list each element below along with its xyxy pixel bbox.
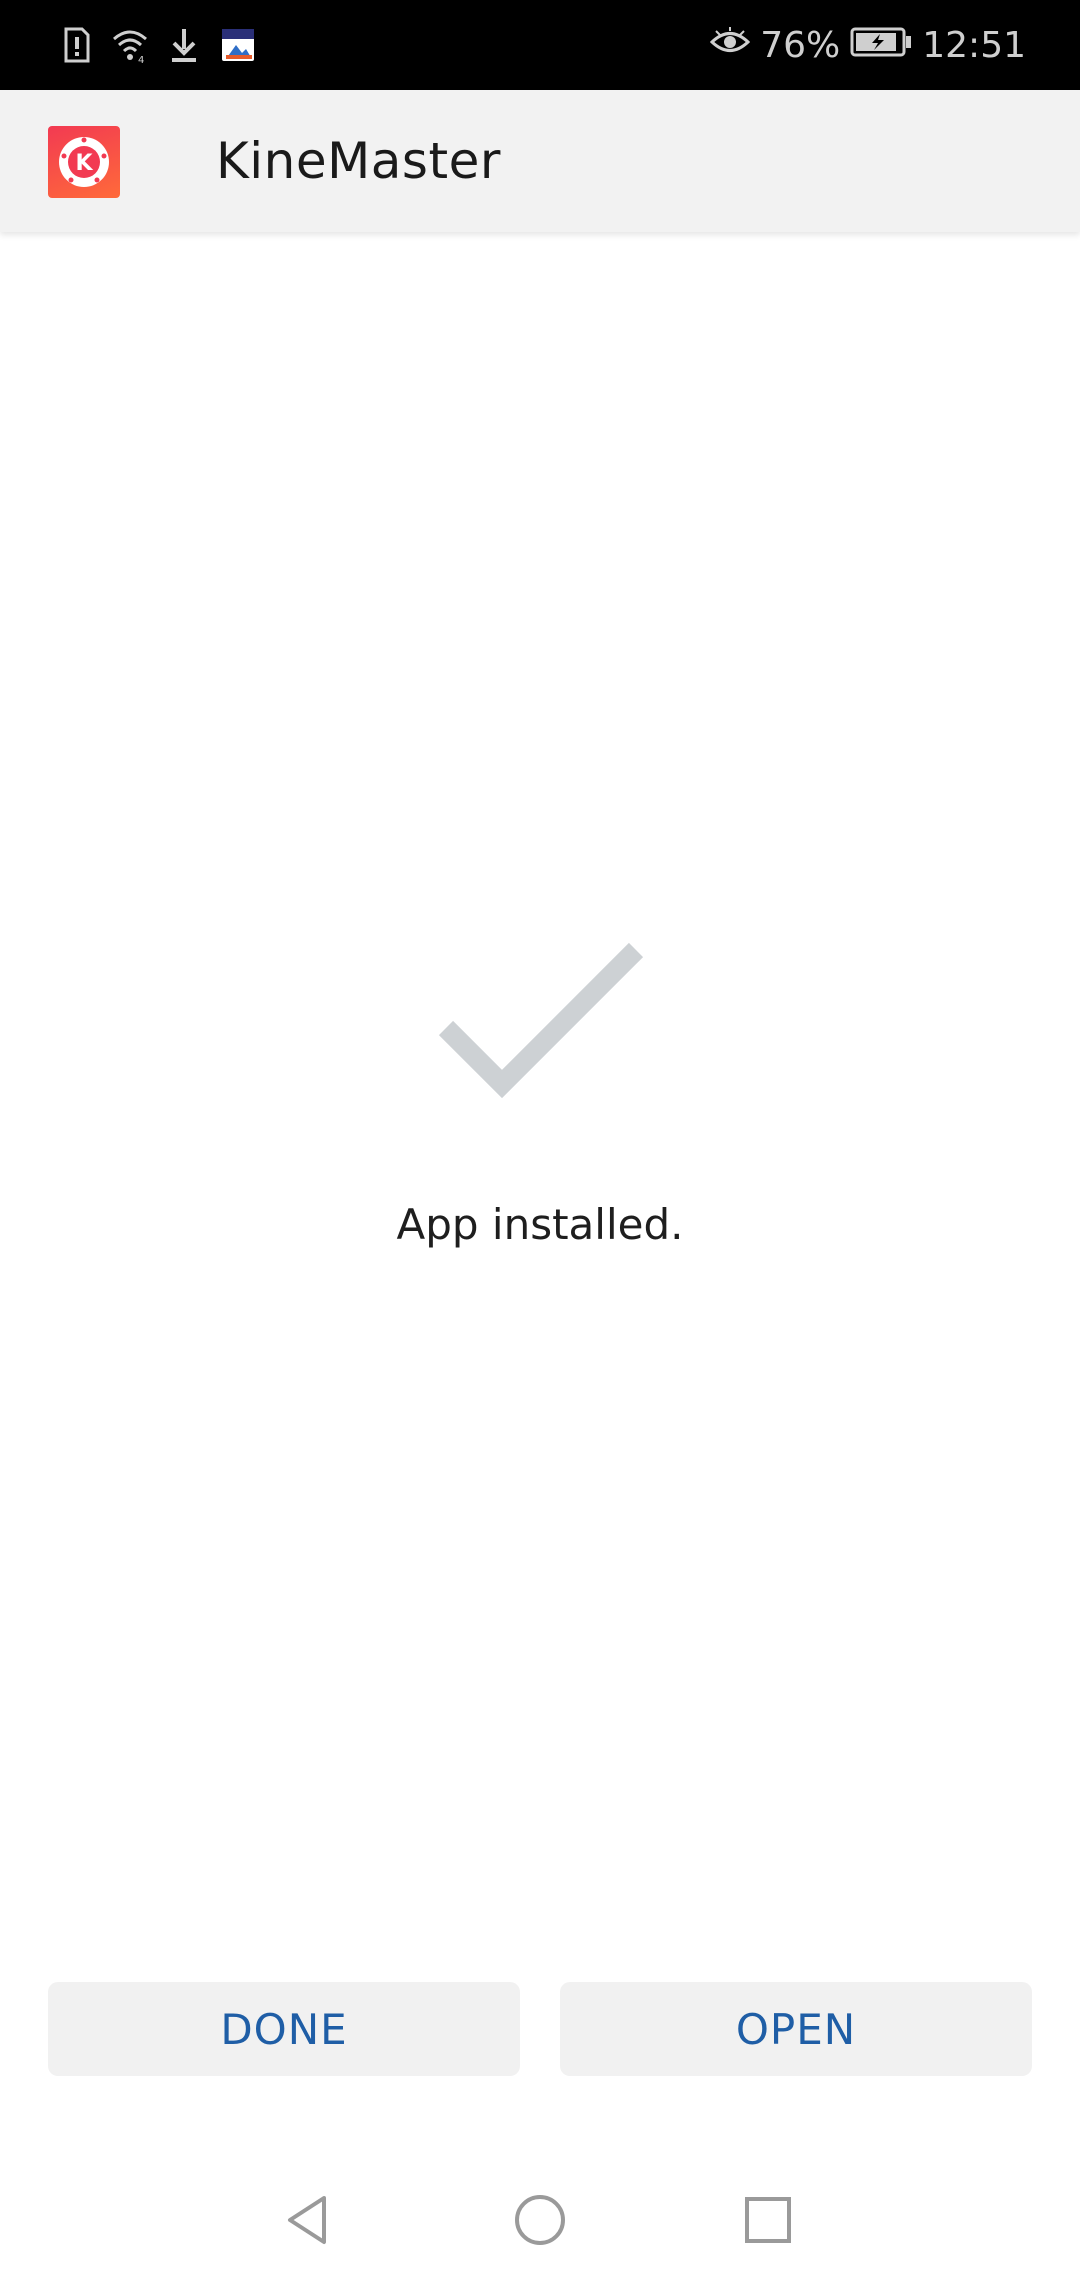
app-name: KineMaster [216,132,501,190]
status-bar-left: 4 [56,22,258,68]
app-notification-icon [218,25,258,65]
status-bar: 4 76% 12:51 [0,0,1080,90]
kinemaster-logo-icon: K [48,126,120,198]
wifi-icon: 4 [110,25,150,66]
done-button[interactable]: DONE [48,1982,520,2076]
navigation-bar [0,2160,1080,2280]
sim-alert-icon [56,25,96,65]
install-status-message: App installed. [396,1200,684,1249]
recents-icon[interactable] [738,2190,798,2250]
battery-charging-icon [850,25,912,66]
download-icon [164,25,204,65]
clock: 12:51 [922,24,1026,66]
install-complete-screen: 4 76% 12:51 K KineMaster App installed. … [0,0,1080,2280]
home-icon[interactable] [510,2190,570,2250]
svg-text:K: K [75,151,93,176]
svg-text:4: 4 [138,55,144,65]
open-button[interactable]: OPEN [560,1982,1032,2076]
checkmark-icon [436,940,646,1110]
eye-comfort-icon [710,25,751,66]
app-header: K KineMaster [0,90,1080,232]
status-bar-right: 76% 12:51 [710,18,1026,72]
back-icon[interactable] [278,2190,338,2250]
battery-percent: 76% [760,24,841,66]
